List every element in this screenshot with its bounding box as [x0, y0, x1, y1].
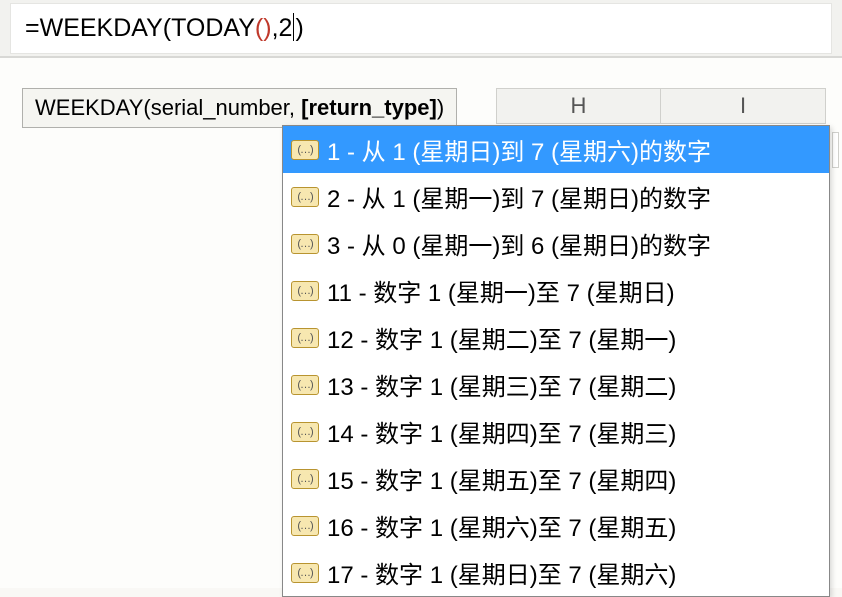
dropdown-option-label: 1 - 从 1 (星期日)到 7 (星期六)的数字 — [327, 132, 711, 167]
constant-icon: (…) — [291, 281, 319, 301]
dropdown-option-12[interactable]: (…) 12 - 数字 1 (星期二)至 7 (星期一) — [283, 314, 829, 361]
dropdown-option-14[interactable]: (…) 14 - 数字 1 (星期四)至 7 (星期三) — [283, 408, 829, 455]
dropdown-option-1[interactable]: (…) 1 - 从 1 (星期日)到 7 (星期六)的数字 — [283, 126, 829, 173]
dropdown-option-label: 2 - 从 1 (星期一)到 7 (星期日)的数字 — [327, 179, 711, 214]
autocomplete-dropdown: (…) 1 - 从 1 (星期日)到 7 (星期六)的数字 (…) 2 - 从 … — [282, 125, 830, 597]
constant-icon: (…) — [291, 375, 319, 395]
dropdown-option-17[interactable]: (…) 17 - 数字 1 (星期日)至 7 (星期六) — [283, 549, 829, 596]
formula-bar[interactable]: =WEEKDAY(TODAY(),2) — [10, 3, 832, 54]
dropdown-option-label: 3 - 从 0 (星期一)到 6 (星期日)的数字 — [327, 226, 711, 261]
partial-cell[interactable] — [832, 132, 839, 168]
dropdown-option-label: 15 - 数字 1 (星期五)至 7 (星期四) — [327, 461, 676, 496]
constant-icon: (…) — [291, 516, 319, 536]
dropdown-option-3[interactable]: (…) 3 - 从 0 (星期一)到 6 (星期日)的数字 — [283, 220, 829, 267]
constant-icon: (…) — [291, 422, 319, 442]
constant-icon: (…) — [291, 140, 319, 160]
formula-text-prefix: =WEEKDAY(TODAY — [25, 14, 255, 42]
constant-icon: (…) — [291, 469, 319, 489]
constant-icon: (…) — [291, 328, 319, 348]
function-tooltip[interactable]: WEEKDAY(serial_number, [return_type]) — [22, 88, 457, 128]
tooltip-arg1[interactable]: serial_number, — [151, 95, 301, 120]
formula-bar-container: =WEEKDAY(TODAY(),2) — [0, 0, 842, 58]
tooltip-func: WEEKDAY( — [35, 95, 151, 120]
tooltip-arg2[interactable]: [return_type] — [301, 95, 437, 120]
column-header-h[interactable]: H — [496, 88, 661, 124]
formula-text-mid: ,2 — [272, 14, 293, 42]
dropdown-option-label: 17 - 数字 1 (星期日)至 7 (星期六) — [327, 555, 676, 590]
column-headers: H I — [496, 88, 826, 124]
dropdown-option-label: 11 - 数字 1 (星期一)至 7 (星期日) — [327, 273, 675, 308]
formula-paren-open: ( — [255, 14, 263, 42]
dropdown-option-2[interactable]: (…) 2 - 从 1 (星期一)到 7 (星期日)的数字 — [283, 173, 829, 220]
dropdown-option-15[interactable]: (…) 15 - 数字 1 (星期五)至 7 (星期四) — [283, 455, 829, 502]
constant-icon: (…) — [291, 234, 319, 254]
formula-paren-close: ) — [263, 14, 271, 42]
formula-text-end: ) — [295, 14, 303, 42]
dropdown-option-16[interactable]: (…) 16 - 数字 1 (星期六)至 7 (星期五) — [283, 502, 829, 549]
tooltip-close: ) — [437, 95, 444, 120]
dropdown-option-label: 16 - 数字 1 (星期六)至 7 (星期五) — [327, 508, 676, 543]
dropdown-option-label: 12 - 数字 1 (星期二)至 7 (星期一) — [327, 320, 676, 355]
dropdown-option-label: 13 - 数字 1 (星期三)至 7 (星期二) — [327, 367, 676, 402]
column-header-i[interactable]: I — [661, 88, 826, 124]
text-cursor — [293, 13, 294, 41]
dropdown-option-label: 14 - 数字 1 (星期四)至 7 (星期三) — [327, 414, 676, 449]
spreadsheet-area[interactable]: WEEKDAY(serial_number, [return_type]) H … — [0, 58, 842, 588]
dropdown-option-13[interactable]: (…) 13 - 数字 1 (星期三)至 7 (星期二) — [283, 361, 829, 408]
constant-icon: (…) — [291, 187, 319, 207]
constant-icon: (…) — [291, 563, 319, 583]
dropdown-option-11[interactable]: (…) 11 - 数字 1 (星期一)至 7 (星期日) — [283, 267, 829, 314]
